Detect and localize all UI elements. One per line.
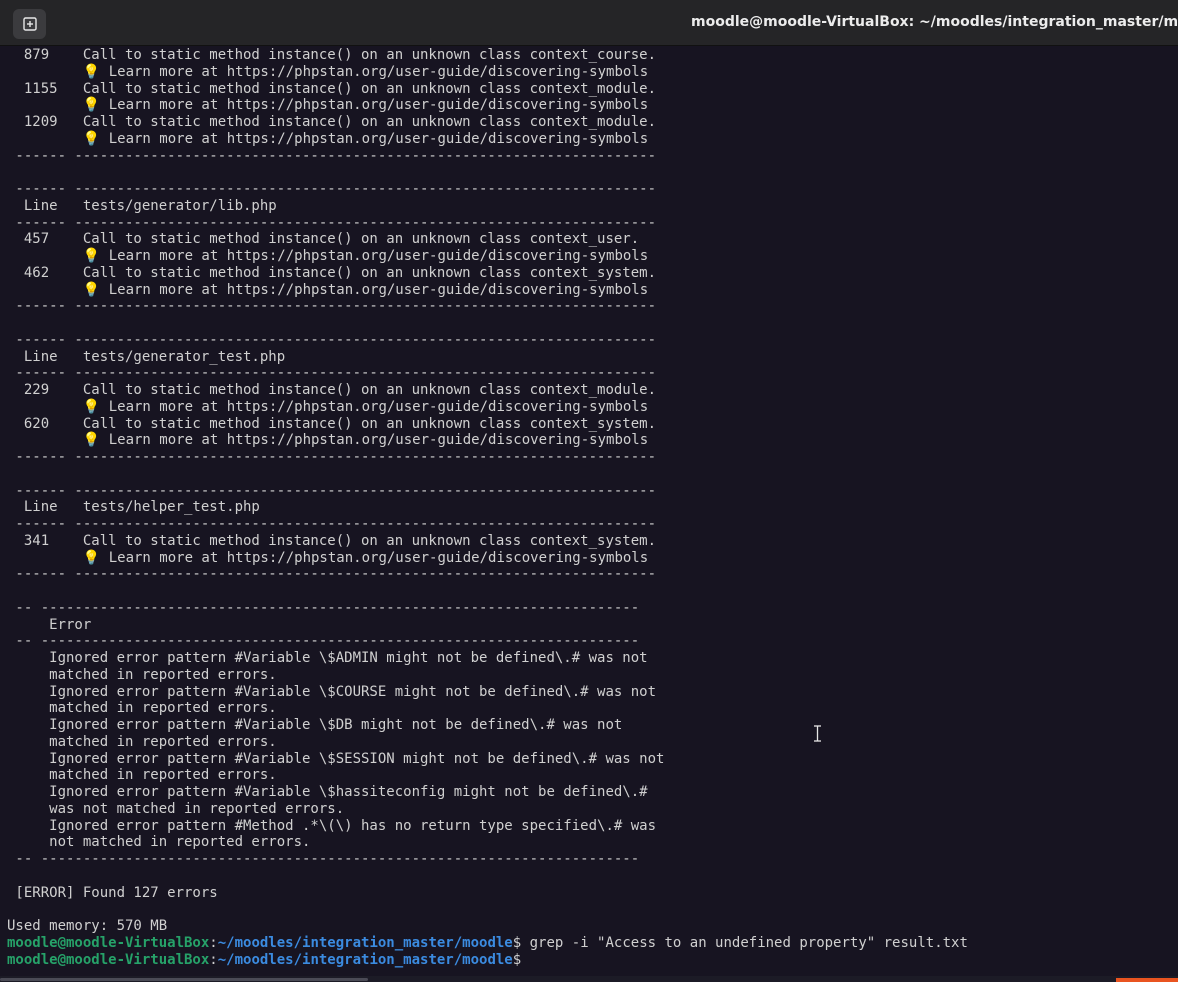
accent-indicator: [1116, 978, 1178, 982]
prompt-separator: :: [209, 934, 218, 951]
terminal-line: 💡 Learn more at https://phpstan.org/user…: [7, 398, 649, 415]
terminal-line: Ignored error pattern #Variable \$hassit…: [7, 784, 648, 800]
terminal-line: [ERROR] Found 127 errors: [7, 884, 218, 901]
terminal-line: 879 Call to static method instance() on …: [7, 47, 657, 63]
window-title: moodle@moodle-VirtualBox: ~/moodles/inte…: [691, 14, 1178, 30]
terminal-line: ------ ---------------------------------…: [7, 331, 657, 348]
terminal-line: matched in reported errors.: [7, 666, 277, 683]
prompt-path: ~/moodles/integration_master/moodle: [217, 934, 513, 951]
terminal-line: ------ ---------------------------------…: [7, 365, 657, 382]
terminal-line: 620 Call to static method instance() on …: [7, 415, 657, 432]
terminal-line: 1209 Call to static method instance() on…: [7, 114, 657, 130]
terminal-line: matched in reported errors.: [7, 767, 277, 784]
terminal-line: -- -------------------------------------…: [7, 851, 640, 867]
terminal-line: Error: [7, 616, 92, 633]
terminal-line: Ignored error pattern #Variable \$ADMIN …: [7, 650, 648, 666]
command-line: moodle@moodle-VirtualBox:~/moodles/integ…: [7, 935, 968, 952]
terminal-line: was not matched in reported errors.: [7, 800, 345, 817]
terminal-line: not matched in reported errors.: [7, 834, 311, 851]
terminal-line: Used memory: 570 MB: [7, 918, 168, 934]
terminal-line: Line tests/generator/lib.php: [7, 197, 277, 214]
terminal-line: ------ ---------------------------------…: [7, 298, 657, 315]
new-tab-icon: [22, 17, 37, 31]
terminal-line: Line tests/generator_test.php: [7, 348, 286, 365]
terminal-line: ------ ---------------------------------…: [7, 147, 657, 164]
prompt-path: ~/moodles/integration_master/moodle: [217, 951, 513, 968]
terminal-line: -- -------------------------------------…: [7, 633, 640, 650]
terminal-line: ------ ---------------------------------…: [7, 566, 657, 583]
terminal-line: matched in reported errors.: [7, 700, 277, 717]
terminal-line: 💡 Learn more at https://phpstan.org/user…: [7, 432, 649, 449]
terminal-text: 879 Call to static method instance() on …: [7, 47, 968, 968]
command-text: grep -i "Access to an undefined property…: [521, 934, 968, 951]
text-cursor-icon: [814, 725, 821, 742]
terminal-line: Line tests/helper_test.php: [7, 499, 260, 516]
terminal-line: 229 Call to static method instance() on …: [7, 382, 657, 398]
terminal-line: 💡 Learn more at https://phpstan.org/user…: [7, 130, 649, 147]
current-prompt-line[interactable]: moodle@moodle-VirtualBox:~/moodles/integ…: [7, 952, 968, 969]
terminal-line: Ignored error pattern #Variable \$SESSIO…: [7, 750, 665, 767]
terminal-line: 💡 Learn more at https://phpstan.org/user…: [7, 281, 649, 298]
terminal-line: -- -------------------------------------…: [7, 599, 640, 616]
prompt-symbol: $: [512, 951, 522, 968]
terminal-line: Ignored error pattern #Variable \$DB mig…: [7, 717, 623, 733]
terminal-output[interactable]: 879 Call to static method instance() on …: [0, 46, 1178, 976]
terminal-line: ------ ---------------------------------…: [7, 214, 657, 231]
terminal-line: ------ ---------------------------------…: [7, 516, 657, 532]
terminal-line: 457 Call to static method instance() on …: [7, 231, 640, 248]
terminal-line: 💡 Learn more at https://phpstan.org/user…: [7, 248, 649, 264]
terminal-line: 1155 Call to static method instance() on…: [7, 80, 657, 97]
terminal-line: 💡 Learn more at https://phpstan.org/user…: [7, 63, 649, 80]
terminal-line: 341 Call to static method instance() on …: [7, 532, 657, 549]
title-bar: moodle@moodle-VirtualBox: ~/moodles/inte…: [0, 0, 1178, 46]
terminal-line: Ignored error pattern #Method .*\(\) has…: [7, 817, 657, 834]
terminal-line: 💡 Learn more at https://phpstan.org/user…: [7, 97, 649, 114]
prompt-symbol: $: [512, 934, 522, 951]
terminal-line: matched in reported errors.: [7, 733, 277, 750]
terminal-line: ------ ---------------------------------…: [7, 449, 657, 465]
new-tab-button[interactable]: [13, 9, 46, 39]
terminal-line: 💡 Learn more at https://phpstan.org/user…: [7, 549, 649, 566]
prompt-user: moodle@moodle-VirtualBox: [7, 951, 210, 968]
terminal-line: ------ ---------------------------------…: [7, 482, 657, 499]
terminal-line: 462 Call to static method instance() on …: [7, 264, 657, 281]
scrollbar-thumb[interactable]: [0, 978, 368, 981]
prompt-separator: :: [209, 951, 218, 968]
terminal-line: ------ ---------------------------------…: [7, 181, 657, 197]
horizontal-scrollbar[interactable]: [0, 976, 1178, 982]
terminal-line: Ignored error pattern #Variable \$COURSE…: [7, 683, 657, 700]
prompt-user: moodle@moodle-VirtualBox: [7, 934, 210, 951]
